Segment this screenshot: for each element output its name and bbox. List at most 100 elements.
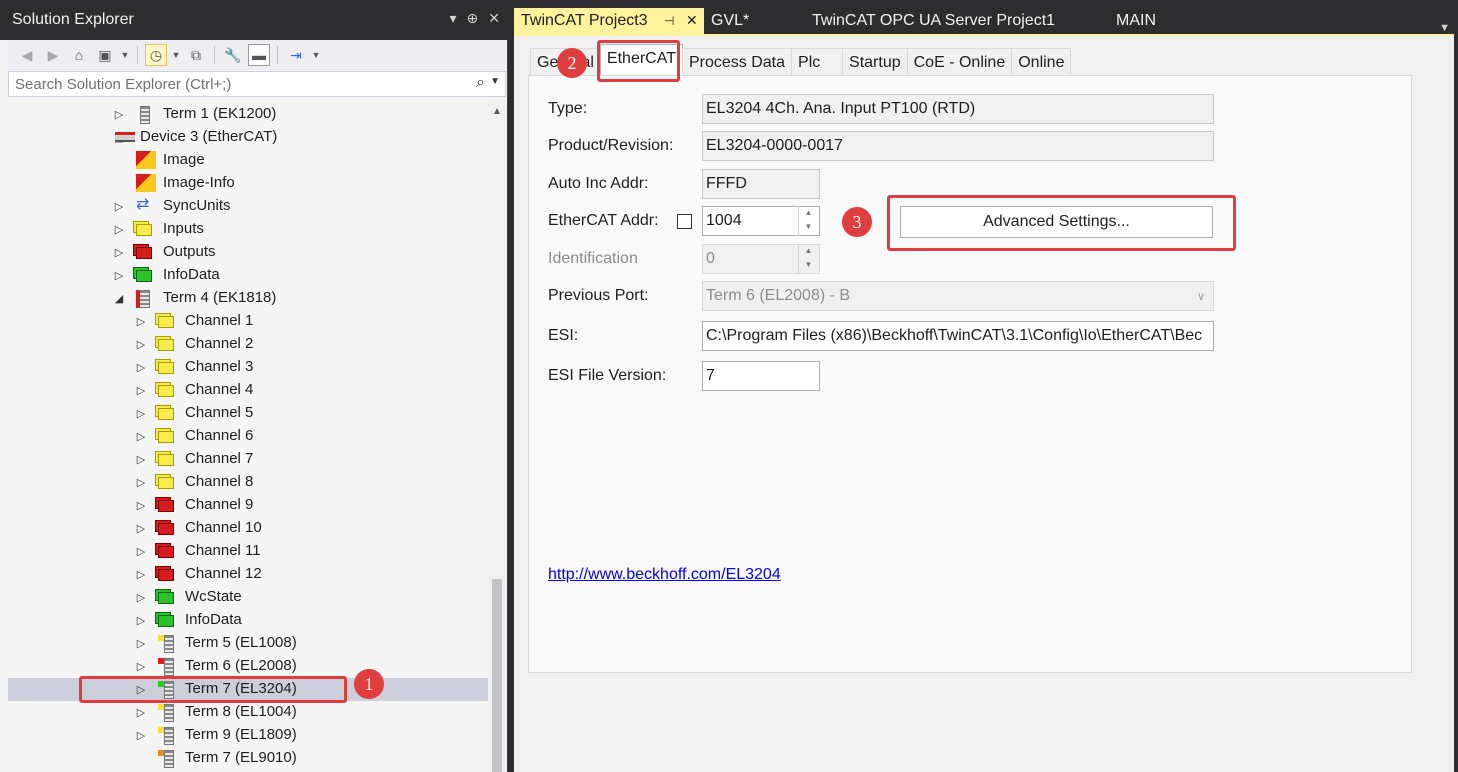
- beckhoff-product-link[interactable]: http://www.beckhoff.com/EL3204: [548, 566, 781, 584]
- tab-twincat-project3[interactable]: TwinCAT Project3 ⊣ ✕: [514, 8, 704, 34]
- spin-up-icon: ▲: [804, 246, 813, 255]
- spin-up-icon[interactable]: ▲: [799, 206, 818, 220]
- pin-icon[interactable]: ⊕: [467, 10, 479, 27]
- tree-item[interactable]: ▷ Channel 10: [8, 517, 488, 540]
- tree-vertical-scrollbar[interactable]: ▲: [488, 101, 506, 772]
- expand-arrow-icon[interactable]: ▷: [135, 591, 147, 604]
- term-icon: [164, 704, 174, 722]
- tab-process-data[interactable]: Process Data: [681, 48, 793, 76]
- search-icon[interactable]: ⌕: [476, 74, 485, 92]
- tab-online[interactable]: Online: [1011, 48, 1072, 76]
- expand-arrow-icon[interactable]: ▷: [135, 453, 147, 466]
- home-icon[interactable]: ⌂: [68, 44, 90, 66]
- tree-item[interactable]: ▷ Channel 3: [8, 356, 488, 379]
- scroll-up-arrow-icon[interactable]: ▲: [492, 106, 502, 117]
- expand-arrow-icon[interactable]: ▷: [135, 660, 147, 673]
- tab-main[interactable]: MAIN: [1109, 8, 1164, 34]
- expand-arrow-icon[interactable]: ▷: [135, 706, 147, 719]
- tree-item[interactable]: ▷ Channel 9: [8, 494, 488, 517]
- tree-item[interactable]: ▷ Channel 12: [8, 563, 488, 586]
- tree-item[interactable]: ▷ Channel 11: [8, 540, 488, 563]
- tree-item[interactable]: ▷ Term 9 (EL1809): [8, 724, 488, 747]
- expand-arrow-icon[interactable]: ▷: [135, 407, 147, 420]
- expand-arrow-icon[interactable]: ▷: [135, 614, 147, 627]
- sync-dropdown-icon[interactable]: ▼: [311, 44, 321, 66]
- expand-arrow-icon[interactable]: ▷: [135, 729, 147, 742]
- tab-coe-online[interactable]: CoE - Online: [906, 48, 1013, 76]
- filter-dropdown-icon[interactable]: ▼: [171, 44, 181, 66]
- tree-item[interactable]: Term 7 (EL9010): [8, 747, 488, 770]
- forward-icon[interactable]: ▶: [42, 44, 64, 66]
- infodata-icon: [158, 615, 174, 627]
- tree-item[interactable]: ▷ WcState: [8, 586, 488, 609]
- expand-arrow-icon[interactable]: ▷: [113, 200, 125, 213]
- tab-overflow-dropdown-icon[interactable]: ▼: [1439, 22, 1450, 34]
- expand-arrow-icon[interactable]: ▷: [135, 384, 147, 397]
- tree-item[interactable]: Image-Info: [8, 172, 488, 195]
- collapse-all-icon[interactable]: ⧉: [185, 44, 207, 66]
- close-icon[interactable]: ✕: [488, 10, 500, 27]
- switch-views-icon[interactable]: ▣: [94, 44, 116, 66]
- expand-arrow-icon[interactable]: ▷: [135, 361, 147, 374]
- tree-item-label: Channel 3: [185, 358, 254, 375]
- sync-with-document-icon[interactable]: ⇥: [285, 44, 307, 66]
- expand-arrow-icon[interactable]: ▷: [113, 246, 125, 259]
- type-field: EL3204 4Ch. Ana. Input PT100 (RTD): [702, 94, 1214, 124]
- tree-item[interactable]: Image: [8, 149, 488, 172]
- preview-selected-icon[interactable]: ▬: [248, 44, 270, 66]
- window-position-dropdown-icon[interactable]: ▾: [450, 10, 457, 27]
- collapse-arrow-icon[interactable]: ◢: [113, 292, 125, 305]
- properties-wrench-icon[interactable]: 🔧: [222, 44, 244, 66]
- pending-changes-filter-icon[interactable]: ◷: [145, 44, 167, 66]
- tree-item[interactable]: ▷ Channel 7: [8, 448, 488, 471]
- tree-item[interactable]: ▷ InfoData: [8, 264, 488, 287]
- expand-arrow-icon[interactable]: ▷: [135, 637, 147, 650]
- solution-explorer-search-input[interactable]: Search Solution Explorer (Ctrl+;) ⌕ ▼: [8, 71, 506, 97]
- ethercat-addr-checkbox[interactable]: [677, 214, 692, 229]
- tab-plc[interactable]: Plc: [791, 48, 844, 76]
- expand-arrow-icon[interactable]: ▷: [113, 108, 125, 121]
- tree-item[interactable]: ▷ Outputs: [8, 241, 488, 264]
- tab-startup[interactable]: Startup: [842, 48, 908, 76]
- tab-opc-ua-server-project[interactable]: TwinCAT OPC UA Server Project1: [805, 8, 1063, 34]
- tree-item[interactable]: ▷ Term 6 (EL2008): [8, 655, 488, 678]
- tab-gvl[interactable]: GVL*: [704, 8, 757, 34]
- tree-item[interactable]: ◢Device 3 (EtherCAT): [8, 126, 488, 149]
- tree-item[interactable]: ▷ Term 5 (EL1008): [8, 632, 488, 655]
- term-icon: [164, 727, 174, 745]
- tree-item[interactable]: ▷ Inputs: [8, 218, 488, 241]
- esi-file-version-label: ESI File Version:: [548, 367, 667, 384]
- ethercat-addr-spinner[interactable]: ▲ ▼: [798, 206, 818, 236]
- expand-arrow-icon[interactable]: ▷: [135, 522, 147, 535]
- expand-arrow-icon[interactable]: ▷: [113, 269, 125, 282]
- expand-arrow-icon[interactable]: ▷: [135, 315, 147, 328]
- close-tab-icon[interactable]: ✕: [686, 12, 698, 29]
- tab-label: TwinCAT OPC UA Server Project1: [812, 12, 1056, 29]
- tree-item[interactable]: ▷ Channel 2: [8, 333, 488, 356]
- annotation-box-3: [887, 195, 1236, 251]
- expand-arrow-icon[interactable]: ▷: [135, 476, 147, 489]
- expand-arrow-icon[interactable]: ▷: [113, 223, 125, 236]
- esi-path-field[interactable]: C:\Program Files (x86)\Beckhoff\TwinCAT\…: [702, 321, 1214, 351]
- tree-item[interactable]: ▷ InfoData: [8, 609, 488, 632]
- tree-item[interactable]: ▷ Channel 1: [8, 310, 488, 333]
- tree-item[interactable]: ▷ Channel 6: [8, 425, 488, 448]
- expand-arrow-icon[interactable]: ▷: [135, 568, 147, 581]
- expand-arrow-icon[interactable]: ▷: [135, 430, 147, 443]
- switch-views-dropdown-icon[interactable]: ▼: [120, 44, 130, 66]
- tree-item[interactable]: ▷ Channel 4: [8, 379, 488, 402]
- tree-item[interactable]: ▷ ⇄ SyncUnits: [8, 195, 488, 218]
- expand-arrow-icon[interactable]: ▷: [135, 338, 147, 351]
- spin-down-icon[interactable]: ▼: [799, 220, 818, 234]
- pin-tab-icon[interactable]: ⊣: [664, 14, 674, 28]
- tree-item[interactable]: ▷ Channel 8: [8, 471, 488, 494]
- tree-item[interactable]: ▷ Term 1 (EK1200): [8, 103, 488, 126]
- scrollbar-thumb[interactable]: [492, 579, 502, 772]
- search-options-dropdown-icon[interactable]: ▼: [490, 76, 500, 87]
- tree-item[interactable]: ◢ Term 4 (EK1818): [8, 287, 488, 310]
- expand-arrow-icon[interactable]: ▷: [135, 499, 147, 512]
- tree-item[interactable]: ▷ Channel 5: [8, 402, 488, 425]
- tree-item[interactable]: ▷ Term 8 (EL1004): [8, 701, 488, 724]
- expand-arrow-icon[interactable]: ▷: [135, 545, 147, 558]
- back-icon[interactable]: ◀: [16, 44, 38, 66]
